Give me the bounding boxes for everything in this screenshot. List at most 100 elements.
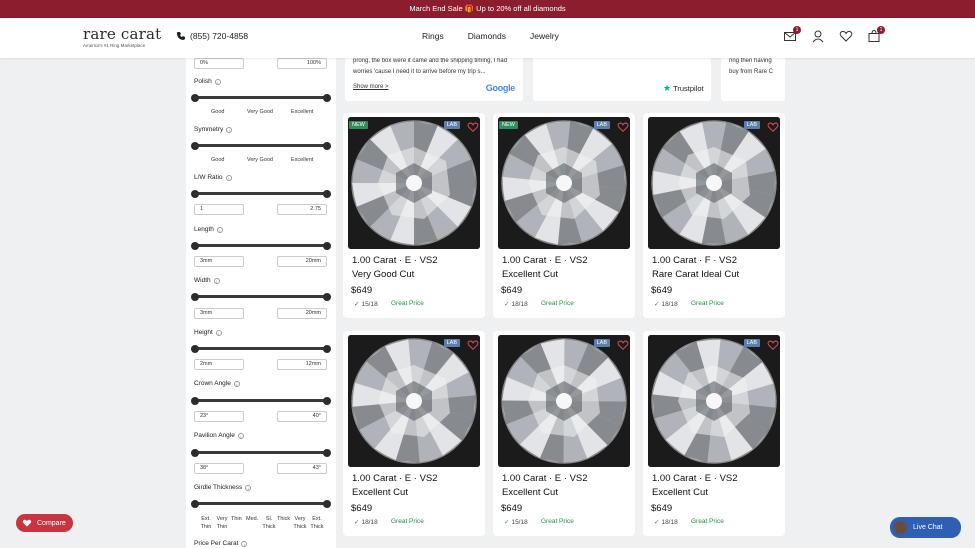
width-min-input[interactable]: 3mm	[194, 308, 244, 319]
product-price: $649	[501, 503, 523, 514]
height-max-input[interactable]: 12mm	[277, 359, 327, 370]
favorite-heart-icon[interactable]	[767, 120, 779, 133]
product-title[interactable]: 1.00 Carat · E · VS2	[502, 472, 588, 485]
pavilion-angle-max-input[interactable]: 43°	[277, 463, 327, 474]
diamond-image[interactable]	[648, 117, 780, 249]
length-slider[interactable]	[191, 241, 331, 250]
promo-banner[interactable]: March End Sale 🎁 Up to 20% off all diamo…	[0, 0, 975, 18]
product-card[interactable]: LAB 1.00 Carat · E · VS2 Excellent Cut $649…	[643, 331, 785, 536]
depth-max-input[interactable]: 100%	[277, 58, 327, 69]
lw-ratio-min-input[interactable]: 1	[194, 204, 244, 215]
slider-handle[interactable]	[323, 189, 331, 198]
lab-badge: LAB	[593, 121, 610, 129]
product-card[interactable]: NEW LAB 1.00 Carat · E · VS2 Very Good Cut $…	[343, 113, 485, 318]
show-more-link[interactable]: Show more >	[353, 84, 389, 90]
polish-slider[interactable]	[191, 93, 331, 102]
slider-handle[interactable]	[191, 93, 199, 102]
slider-handle[interactable]	[323, 448, 331, 457]
depth-min-input[interactable]: 0%	[194, 58, 244, 69]
info-icon[interactable]: i	[245, 484, 252, 491]
score-value: 18/18	[661, 300, 678, 308]
info-icon[interactable]: i	[225, 174, 232, 181]
width-max-input[interactable]: 20mm	[277, 308, 327, 319]
slider-handle[interactable]	[323, 396, 331, 405]
pavilion-angle-min-input[interactable]: 38°	[194, 463, 244, 474]
product-title[interactable]: 1.00 Carat · E · VS2	[352, 254, 438, 267]
nav-rings[interactable]: Rings	[422, 31, 444, 41]
height-min-input[interactable]: 2mm	[194, 359, 244, 370]
slider-handle[interactable]	[191, 189, 199, 198]
wishlist-button[interactable]	[839, 29, 853, 43]
height-slider[interactable]	[191, 344, 331, 353]
lab-badge: LAB	[743, 339, 760, 347]
info-icon[interactable]: i	[215, 329, 222, 336]
lw-ratio-max-input[interactable]: 2.75	[277, 204, 327, 215]
logo[interactable]: rare carat America's #1 Ring Marketplace	[83, 26, 161, 48]
width-slider[interactable]	[191, 292, 331, 301]
slider-handle[interactable]	[191, 448, 199, 457]
product-cut: Very Good Cut	[352, 269, 415, 280]
nav-jewelry[interactable]: Jewelry	[530, 31, 559, 41]
info-icon[interactable]: i	[241, 540, 248, 547]
slider-handle[interactable]	[323, 344, 331, 353]
site-header: rare carat America's #1 Ring Marketplace…	[0, 18, 975, 58]
product-title[interactable]: 1.00 Carat · E · VS2	[352, 472, 438, 485]
nav-diamonds[interactable]: Diamonds	[468, 31, 506, 41]
slider-handle[interactable]	[323, 241, 331, 250]
product-card[interactable]: LAB 1.00 Carat · E · VS2 Excellent Cut $649…	[343, 331, 485, 536]
favorite-heart-icon[interactable]	[767, 338, 779, 351]
product-card[interactable]: NEW LAB 1.00 Carat · E · VS2 Excellent Cut $…	[493, 113, 635, 318]
pavilion-angle-slider[interactable]	[191, 448, 331, 457]
girdle-slider[interactable]	[191, 499, 331, 508]
slider-handle[interactable]	[323, 499, 331, 508]
length-max-input[interactable]: 20mm	[277, 256, 327, 267]
product-title[interactable]: 1.00 Carat · F · VS2	[652, 254, 737, 267]
favorite-heart-icon[interactable]	[467, 120, 479, 133]
live-chat-button[interactable]: Live Chat	[890, 517, 961, 538]
slider-handle[interactable]	[323, 93, 331, 102]
info-icon[interactable]: i	[233, 380, 240, 387]
favorite-heart-icon[interactable]	[617, 120, 629, 133]
diamond-image[interactable]	[648, 335, 780, 467]
info-icon[interactable]: i	[216, 226, 223, 233]
info-icon[interactable]: i	[214, 78, 221, 85]
diamond-image[interactable]	[348, 117, 480, 249]
crown-angle-label: Crown Angle i	[194, 380, 240, 387]
info-icon[interactable]: i	[237, 432, 244, 439]
favorite-heart-icon[interactable]	[617, 338, 629, 351]
lab-badge: LAB	[593, 339, 610, 347]
slider-handle[interactable]	[191, 499, 199, 508]
slider-handle[interactable]	[191, 141, 199, 150]
info-icon[interactable]: i	[226, 126, 233, 133]
slider-handle[interactable]	[323, 292, 331, 301]
product-title[interactable]: 1.00 Carat · E · VS2	[652, 472, 738, 485]
mail-button[interactable]: 1	[783, 26, 801, 43]
symmetry-slider[interactable]	[191, 141, 331, 150]
product-card[interactable]: LAB 1.00 Carat · E · VS2 Excellent Cut $649…	[493, 331, 635, 536]
slider-handle[interactable]	[191, 396, 199, 405]
slider-handle[interactable]	[191, 292, 199, 301]
diamond-image[interactable]	[498, 335, 630, 467]
slider-handle[interactable]	[323, 141, 331, 150]
favorite-heart-icon[interactable]	[467, 338, 479, 351]
product-card[interactable]: LAB 1.00 Carat · F · VS2 Rare Carat Ideal …	[643, 113, 785, 318]
product-title[interactable]: 1.00 Carat · E · VS2	[502, 254, 588, 267]
info-icon[interactable]: i	[213, 277, 220, 284]
crown-angle-slider[interactable]	[191, 396, 331, 405]
width-label-text: Width	[194, 277, 211, 284]
slider-handle[interactable]	[191, 241, 199, 250]
phone-link[interactable]: (855) 720-4858	[176, 31, 248, 41]
cart-button[interactable]: 1	[867, 26, 885, 43]
compare-button[interactable]: Compare	[16, 514, 73, 532]
diamond-image[interactable]	[498, 117, 630, 249]
crown-angle-max-input[interactable]: 40°	[277, 411, 327, 422]
product-cut: Excellent Cut	[502, 487, 558, 498]
account-button[interactable]	[811, 29, 825, 43]
phone-icon	[177, 32, 185, 40]
diamond-image[interactable]	[348, 335, 480, 467]
lw-ratio-slider[interactable]	[191, 189, 331, 198]
slider-handle[interactable]	[191, 344, 199, 353]
crown-angle-min-input[interactable]: 23°	[194, 411, 244, 422]
length-min-input[interactable]: 3mm	[194, 256, 244, 267]
score-badge: ✓ 18/18	[354, 518, 378, 527]
